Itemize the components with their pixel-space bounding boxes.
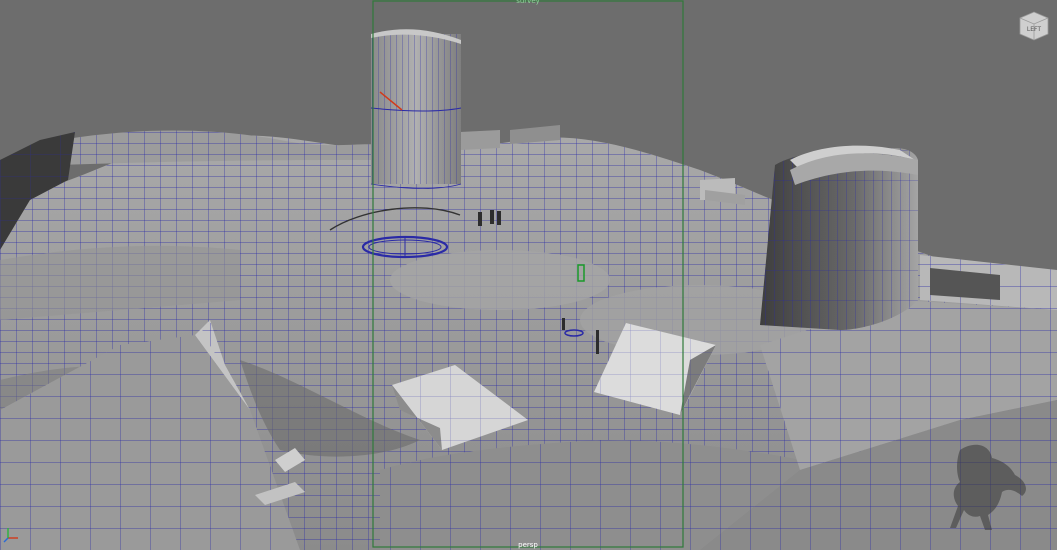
left-tower-mesh[interactable] (370, 29, 462, 189)
camera-top-label: survey (516, 0, 540, 5)
right-tower-mesh[interactable] (760, 145, 918, 330)
viewcube-face-label: LEFT (1027, 26, 1041, 33)
maya-perspective-viewport[interactable]: survey persp LEFT (0, 0, 1057, 550)
xyz-axis-icon (3, 528, 18, 543)
scene-canvas[interactable] (0, 0, 1057, 550)
maya-horse-watermark-icon (950, 444, 1026, 530)
camera-name-label: persp (518, 541, 538, 549)
viewcube-icon[interactable]: LEFT (1016, 8, 1052, 44)
